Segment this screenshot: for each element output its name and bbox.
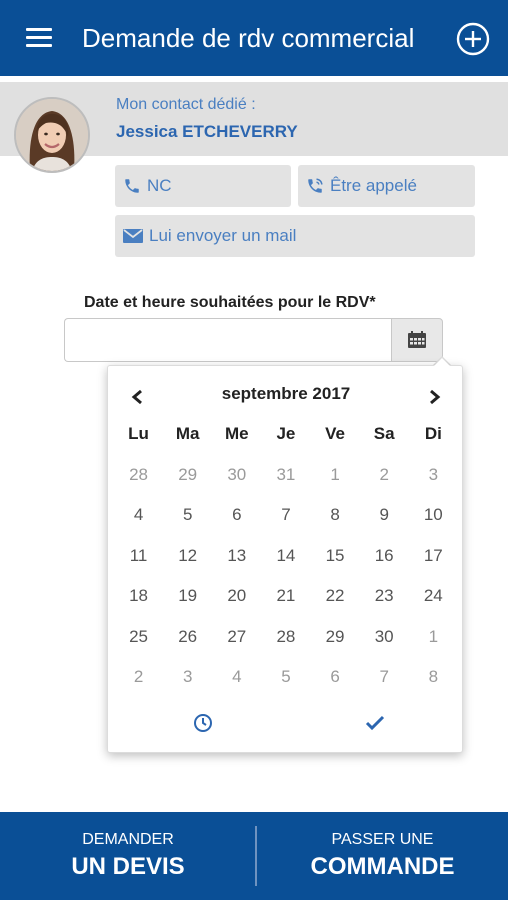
calendar-day[interactable]: 3 bbox=[409, 465, 458, 485]
page-title: Demande de rdv commercial bbox=[82, 23, 415, 53]
calendar-day[interactable]: 2 bbox=[360, 465, 409, 485]
weekday-label: Sa bbox=[373, 424, 395, 444]
calendar-day[interactable]: 2 bbox=[114, 667, 163, 687]
calendar-day[interactable]: 5 bbox=[261, 667, 310, 687]
calendar-day[interactable]: 27 bbox=[212, 627, 261, 647]
chevron-left-icon bbox=[131, 389, 142, 405]
calendar-day[interactable]: 28 bbox=[261, 627, 310, 647]
calendar-grid: Lu Ma Me Je Ve Sa Di 28 29 30 31 1 2 3 4… bbox=[114, 414, 458, 698]
previous-month-button[interactable] bbox=[122, 382, 152, 412]
calendar-day[interactable]: 11 bbox=[114, 546, 163, 566]
phone-callback-icon bbox=[308, 178, 323, 193]
place-order-big: COMMANDE bbox=[310, 853, 455, 880]
date-field-label: Date et heure souhaitées pour le RDV* bbox=[84, 294, 376, 311]
calendar-day[interactable]: 14 bbox=[261, 546, 310, 566]
calendar-icon bbox=[408, 331, 426, 348]
request-quote-small: DEMANDER bbox=[82, 831, 174, 848]
calendar-day[interactable]: 19 bbox=[163, 586, 212, 606]
calendar-day[interactable]: 3 bbox=[163, 667, 212, 687]
calendar-week: 25 26 27 28 29 30 1 bbox=[114, 617, 458, 658]
calendar-day[interactable]: 23 bbox=[360, 586, 409, 606]
check-icon bbox=[365, 715, 385, 731]
time-picker-button[interactable] bbox=[190, 710, 216, 736]
calendar-week: 11 12 13 14 15 16 17 bbox=[114, 536, 458, 577]
calendar-day[interactable]: 15 bbox=[311, 546, 360, 566]
clock-icon bbox=[194, 714, 212, 732]
contact-name: Jessica ETCHEVERRY bbox=[116, 122, 298, 141]
calendar-day[interactable]: 29 bbox=[311, 627, 360, 647]
weekday-label: Je bbox=[276, 424, 296, 444]
chevron-right-icon bbox=[430, 389, 441, 405]
calendar-week: 2 3 4 5 6 7 8 bbox=[114, 657, 458, 698]
calendar-day[interactable]: 5 bbox=[163, 505, 212, 525]
place-order-button[interactable]: PASSER UNE COMMANDE bbox=[257, 812, 508, 900]
calendar-day[interactable]: 13 bbox=[212, 546, 261, 566]
calendar-day[interactable]: 18 bbox=[114, 586, 163, 606]
hamburger-menu-icon[interactable] bbox=[26, 28, 52, 48]
send-mail-label: Lui envoyer un mail bbox=[149, 226, 297, 245]
phone-button[interactable]: NC bbox=[115, 165, 291, 207]
calendar-day[interactable]: 12 bbox=[163, 546, 212, 566]
calendar-day[interactable]: 6 bbox=[212, 505, 261, 525]
calendar-day[interactable]: 4 bbox=[212, 667, 261, 687]
calendar-day[interactable]: 26 bbox=[163, 627, 212, 647]
calendar-day[interactable]: 8 bbox=[311, 505, 360, 525]
phone-icon bbox=[125, 179, 139, 193]
calendar-day[interactable]: 1 bbox=[409, 627, 458, 647]
weekday-label: Ve bbox=[325, 424, 345, 444]
calendar-day[interactable]: 22 bbox=[311, 586, 360, 606]
calendar-day[interactable]: 1 bbox=[311, 465, 360, 485]
contact-avatar bbox=[14, 97, 90, 173]
calendar-day[interactable]: 4 bbox=[114, 505, 163, 525]
calendar-day[interactable]: 28 bbox=[114, 465, 163, 485]
contact-label: Mon contact dédié : bbox=[116, 96, 256, 113]
date-time-input[interactable] bbox=[64, 318, 392, 362]
calendar-day[interactable]: 31 bbox=[261, 465, 310, 485]
send-mail-button[interactable]: Lui envoyer un mail bbox=[115, 215, 475, 257]
calendar-day[interactable]: 9 bbox=[360, 505, 409, 525]
callback-button-label: Être appelé bbox=[330, 176, 417, 195]
calendar-day[interactable]: 25 bbox=[114, 627, 163, 647]
weekday-label: Ma bbox=[175, 424, 200, 444]
calendar-day[interactable]: 20 bbox=[212, 586, 261, 606]
weekday-row: Lu Ma Me Je Ve Sa Di bbox=[114, 414, 458, 455]
datepicker-popup: septembre 2017 Lu Ma Me Je Ve Sa Di 28 2… bbox=[107, 365, 463, 753]
calendar-day[interactable]: 10 bbox=[409, 505, 458, 525]
footer-bar: DEMANDER UN DEVIS PASSER UNE COMMANDE bbox=[0, 812, 508, 900]
add-circle-icon[interactable] bbox=[456, 22, 490, 56]
calendar-day[interactable]: 17 bbox=[409, 546, 458, 566]
calendar-week: 4 5 6 7 8 9 10 bbox=[114, 495, 458, 536]
avatar-portrait-icon bbox=[16, 99, 88, 171]
callback-button[interactable]: Être appelé bbox=[298, 165, 475, 207]
place-order-small: PASSER UNE bbox=[331, 831, 434, 848]
calendar-day[interactable]: 30 bbox=[360, 627, 409, 647]
calendar-week: 28 29 30 31 1 2 3 bbox=[114, 455, 458, 496]
calendar-week: 18 19 20 21 22 23 24 bbox=[114, 576, 458, 617]
calendar-day[interactable]: 16 bbox=[360, 546, 409, 566]
calendar-day[interactable]: 30 bbox=[212, 465, 261, 485]
phone-button-label: NC bbox=[147, 176, 172, 195]
picker-caret-fill bbox=[434, 358, 450, 366]
next-month-button[interactable] bbox=[420, 382, 450, 412]
calendar-day[interactable]: 6 bbox=[311, 667, 360, 687]
calendar-day[interactable]: 8 bbox=[409, 667, 458, 687]
weekday-label: Lu bbox=[128, 424, 149, 444]
app-header: Demande de rdv commercial bbox=[0, 0, 508, 76]
envelope-icon bbox=[123, 229, 143, 243]
month-title[interactable]: septembre 2017 bbox=[168, 384, 404, 404]
request-quote-big: UN DEVIS bbox=[71, 853, 185, 880]
weekday-label: Me bbox=[225, 424, 249, 444]
confirm-date-button[interactable] bbox=[362, 710, 388, 736]
weekday-label: Di bbox=[424, 424, 442, 444]
calendar-day[interactable]: 7 bbox=[360, 667, 409, 687]
calendar-day[interactable]: 29 bbox=[163, 465, 212, 485]
calendar-day[interactable]: 7 bbox=[261, 505, 310, 525]
request-quote-button[interactable]: DEMANDER UN DEVIS bbox=[0, 812, 256, 900]
calendar-day[interactable]: 24 bbox=[409, 586, 458, 606]
calendar-day[interactable]: 21 bbox=[261, 586, 310, 606]
